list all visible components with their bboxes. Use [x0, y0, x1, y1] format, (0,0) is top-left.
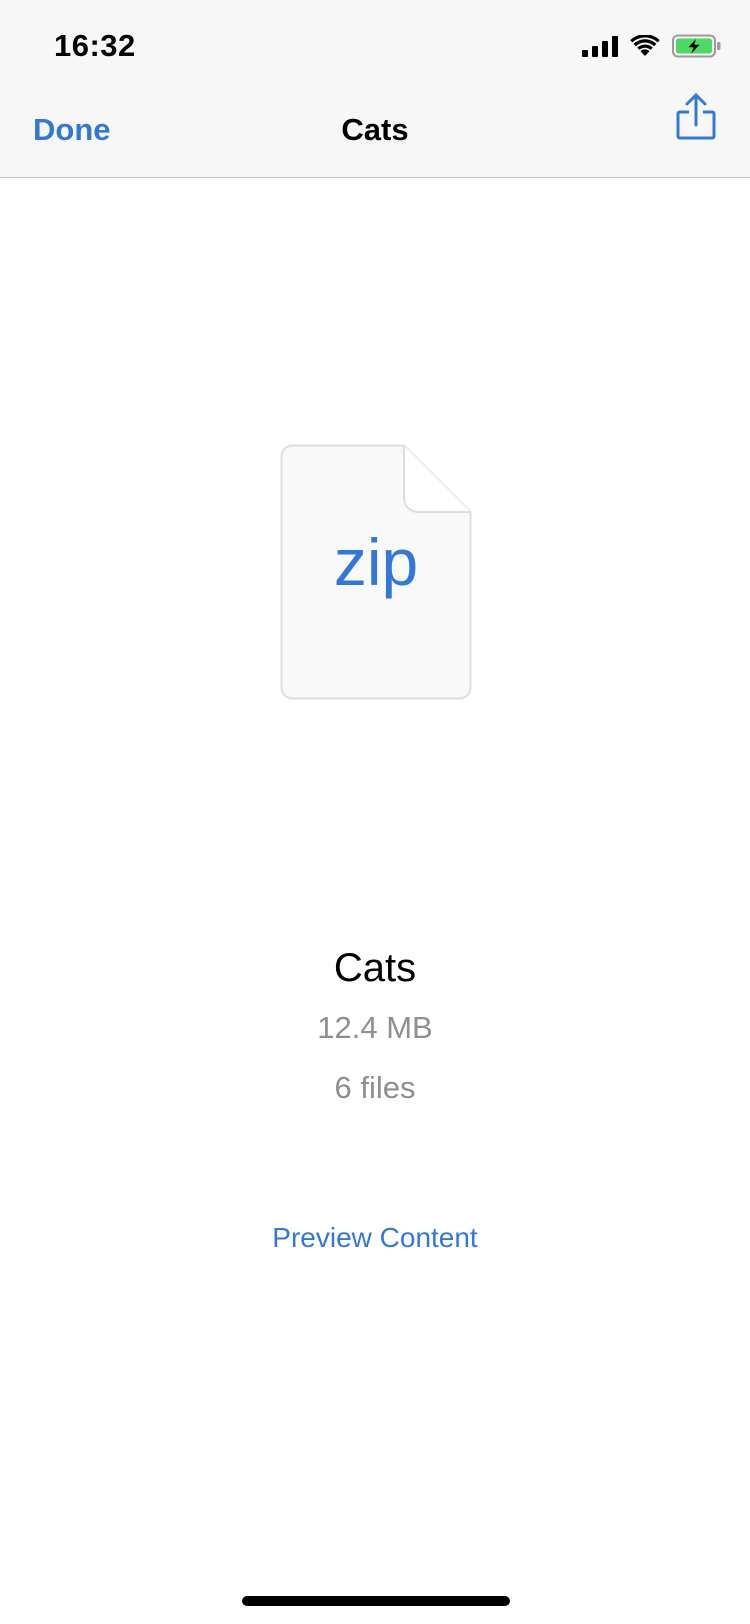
preview-content-row: Preview Content — [0, 1222, 750, 1254]
wifi-icon — [630, 35, 660, 57]
preview-content-button[interactable]: Preview Content — [272, 1222, 477, 1253]
zip-file-icon: zip — [280, 444, 472, 700]
top-chrome: 16:32 Done Cats — [0, 0, 750, 178]
status-icons — [582, 32, 722, 60]
home-indicator[interactable] — [242, 1596, 510, 1606]
share-icon[interactable] — [674, 92, 718, 142]
nav-title: Cats — [341, 112, 409, 147]
done-button[interactable]: Done — [33, 112, 111, 148]
file-extension-label: zip — [333, 525, 419, 599]
status-time: 16:32 — [54, 28, 136, 63]
cellular-signal-icon — [582, 35, 618, 57]
file-size: 12.4 MB — [317, 1010, 433, 1045]
battery-charging-icon — [672, 34, 722, 58]
file-name: Cats — [333, 946, 417, 990]
file-count: 6 files — [334, 1070, 416, 1105]
